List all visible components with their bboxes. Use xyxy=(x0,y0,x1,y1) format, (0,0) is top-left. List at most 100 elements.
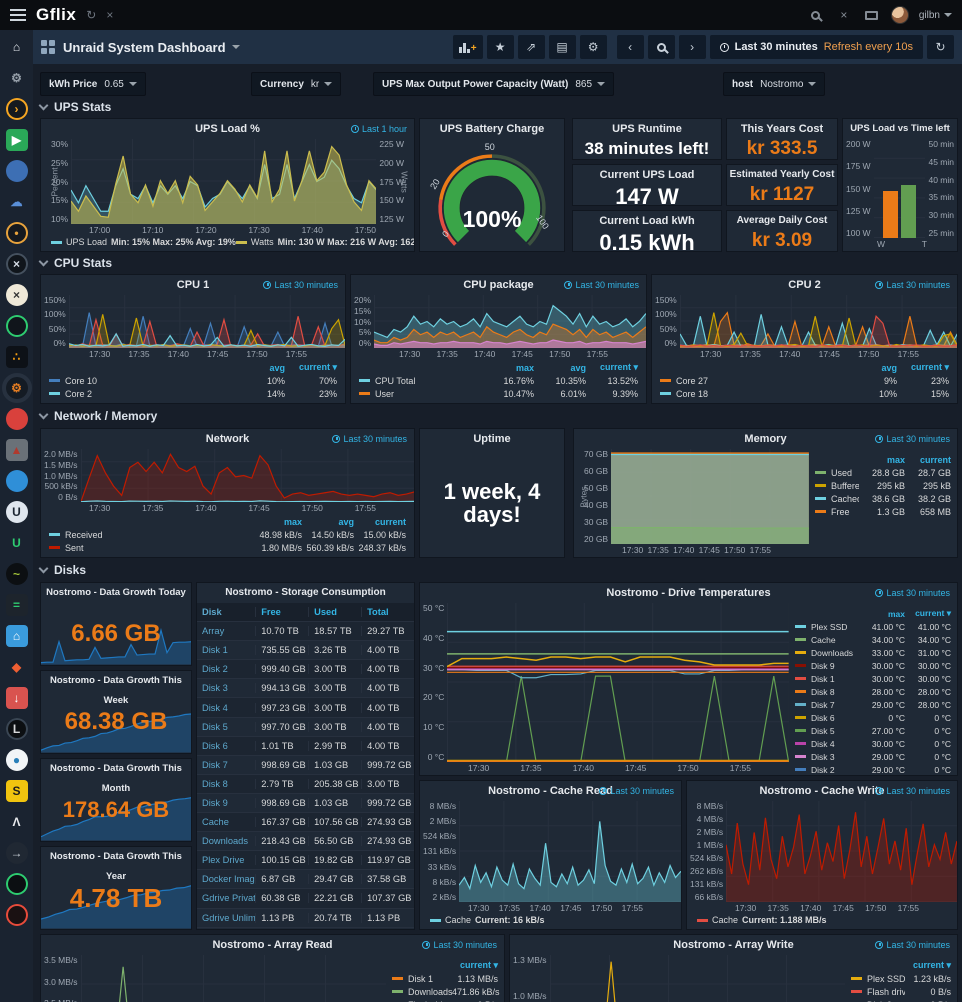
time-forward-button[interactable]: › xyxy=(679,35,706,59)
app-toggle-icon[interactable]: = xyxy=(6,594,28,616)
panel-title[interactable]: This Years Cost xyxy=(727,119,837,139)
app-blue-tile-icon[interactable] xyxy=(6,160,28,182)
app-blue-dot-icon[interactable] xyxy=(6,470,28,492)
chart-plot[interactable] xyxy=(71,139,376,224)
legend-series[interactable]: Disk 60 °C0 °C xyxy=(795,711,951,724)
legend-sort-column[interactable]: avg xyxy=(302,517,354,527)
hamburger-menu-icon[interactable] xyxy=(10,9,26,21)
panel-time-badge[interactable]: Last 30 minutes xyxy=(422,940,497,950)
panel-time-badge[interactable]: Last 30 minutes xyxy=(599,786,674,796)
legend-series[interactable]: CPU Total16.76%10.35%13.52% xyxy=(359,374,638,387)
chart-plot[interactable] xyxy=(611,449,809,544)
jackett-icon[interactable]: Λ xyxy=(6,811,28,833)
legend-series[interactable]: Plex SSD1.23 kB/s xyxy=(851,972,951,985)
legend-series[interactable]: Disk 930.00 °C30.00 °C xyxy=(795,659,951,672)
legend-series[interactable]: Cache34.00 °C34.00 °C xyxy=(795,633,951,646)
bar-chart[interactable] xyxy=(874,139,926,238)
app-cloud-icon[interactable]: ☁ xyxy=(6,191,28,213)
panel-title[interactable]: Nostromo - Data Growth This Year xyxy=(41,847,191,867)
panel-title[interactable]: Current UPS Load xyxy=(573,165,721,185)
chart-plot[interactable] xyxy=(69,295,345,348)
settings-gear-icon[interactable]: ⚙ xyxy=(6,67,28,89)
close-icon[interactable]: × xyxy=(835,6,853,24)
panel-time-badge[interactable]: Last 30 minutes xyxy=(875,940,950,950)
table-header[interactable]: DiskFreeUsedTotal xyxy=(197,603,414,622)
panel-title[interactable]: UPS Runtime xyxy=(573,119,721,139)
lazy-librarian-icon[interactable]: L xyxy=(6,718,28,740)
legend-sort-column[interactable]: current ▾ xyxy=(905,960,951,971)
legend-sort-column[interactable]: current ▾ xyxy=(452,960,498,971)
chart-plot[interactable] xyxy=(81,955,386,1002)
add-panel-button[interactable]: + xyxy=(453,35,483,59)
legend-series[interactable]: Free1.3 GB658 MB xyxy=(815,505,951,518)
legend-sort-column[interactable]: current ▾ xyxy=(586,362,638,373)
app-unraid-green-icon[interactable]: U xyxy=(6,532,28,554)
legend-series[interactable]: Flash drive0 B/s xyxy=(851,985,951,998)
legend-series[interactable]: Cached38.6 GB38.2 GB xyxy=(815,492,951,505)
legend-sort-column[interactable]: max xyxy=(859,609,905,619)
refresh-button[interactable]: ↻ xyxy=(927,35,954,59)
legend-series[interactable]: Disk 329.00 °C0 °C xyxy=(795,750,951,763)
legend-series[interactable]: CacheCurrent: 1.188 MB/s xyxy=(697,915,827,925)
panel-time-badge[interactable]: Last 30 minutes xyxy=(564,280,639,290)
search-icon[interactable] xyxy=(807,6,825,24)
legend-series[interactable]: Disk 828.00 °C28.00 °C xyxy=(795,685,951,698)
legend-sort-column[interactable]: avg xyxy=(534,363,586,373)
monitor-icon[interactable] xyxy=(863,6,881,24)
user-avatar[interactable] xyxy=(891,6,909,24)
legend-series[interactable]: Core 279%23% xyxy=(660,374,949,387)
app-red-shield-icon[interactable] xyxy=(6,408,28,430)
tab-refresh-icon[interactable]: ↻ xyxy=(86,8,96,22)
home-assistant-icon[interactable]: ⌂ xyxy=(6,625,28,647)
legend-series[interactable]: Disk 11.13 MB/s xyxy=(392,972,498,985)
app-gray-tile-icon[interactable]: ▲ xyxy=(6,439,28,461)
legend-series[interactable]: Disk 430.00 °C0 °C xyxy=(795,737,951,750)
panel-title[interactable]: Estimated Yearly Cost xyxy=(727,165,837,185)
legend-sort-column[interactable]: max xyxy=(859,455,905,465)
legend-series[interactable]: Disk 729.00 °C28.00 °C xyxy=(795,698,951,711)
panel-title[interactable]: Nostromo - Data Growth Today xyxy=(41,583,191,603)
share-dashboard-button[interactable]: ⇗ xyxy=(518,35,545,59)
legend-sort-column[interactable]: avg xyxy=(233,363,285,373)
panel-time-badge[interactable]: Last 30 minutes xyxy=(875,434,950,444)
panel-title[interactable]: Current Load kWh xyxy=(573,211,721,231)
panel-time-badge[interactable]: Last 30 minutes xyxy=(263,280,338,290)
time-back-button[interactable]: ‹ xyxy=(617,35,644,59)
dashboard-settings-button[interactable]: ⚙ xyxy=(580,35,607,59)
legend-series[interactable]: Sent1.80 MB/s560.39 kB/s248.37 kB/s xyxy=(49,541,406,554)
app-download-icon[interactable]: ↓ xyxy=(6,687,28,709)
panel-time-badge[interactable]: Last 30 minutes xyxy=(332,434,407,444)
panel-title[interactable]: UPS Battery Charge xyxy=(420,119,564,139)
legend-series[interactable]: Core 214%23% xyxy=(49,387,337,400)
chart-plot[interactable] xyxy=(726,801,957,902)
github-icon[interactable] xyxy=(6,873,28,895)
panel-title[interactable]: Uptime xyxy=(420,429,564,449)
legend-series[interactable]: User10.47%6.01%9.39% xyxy=(359,387,638,400)
legend-series[interactable]: Plex SSD41.00 °C41.00 °C xyxy=(795,620,951,633)
legend-sort-column[interactable]: current ▾ xyxy=(285,362,337,373)
save-dashboard-button[interactable]: ▤ xyxy=(549,35,576,59)
app-green-play-icon[interactable]: ▶ xyxy=(6,129,28,151)
legend-series[interactable]: Downloads471.86 kB/s xyxy=(392,985,498,998)
legend-series[interactable]: Used28.8 GB28.7 GB xyxy=(815,466,951,479)
variable-value-dropdown[interactable]: 865 xyxy=(575,79,605,90)
app-unraid-light-icon[interactable]: U xyxy=(6,501,28,523)
legend-series[interactable]: Downloads33.00 °C31.00 °C xyxy=(795,646,951,659)
section-disks[interactable]: Disks xyxy=(40,563,86,577)
legend-sort-column[interactable]: current xyxy=(905,455,951,465)
panel-title[interactable]: UPS Load vs Time left xyxy=(843,119,957,139)
legend-sort-column[interactable]: avg xyxy=(845,363,897,373)
gitlab-icon[interactable]: ◆ xyxy=(6,656,28,678)
panel-time-badge[interactable]: Last 30 minutes xyxy=(875,786,950,796)
app-red-ring-icon[interactable] xyxy=(6,904,28,926)
app-emby-dark-icon[interactable]: ~ xyxy=(6,563,28,585)
app-green-ring-icon[interactable] xyxy=(6,315,28,337)
user-menu[interactable]: gilbn xyxy=(919,10,952,21)
legend-sort-column[interactable]: current ▾ xyxy=(897,362,949,373)
panel-time-badge[interactable]: Last 1 hour xyxy=(351,124,407,134)
chart-plot[interactable] xyxy=(680,295,957,348)
chart-plot[interactable] xyxy=(447,603,789,762)
legend-series[interactable]: Core 1810%15% xyxy=(660,387,949,400)
dashboard-title-dropdown[interactable]: Unraid System Dashboard xyxy=(63,40,240,55)
legend-series[interactable]: Disk 130.00 °C30.00 °C xyxy=(795,672,951,685)
